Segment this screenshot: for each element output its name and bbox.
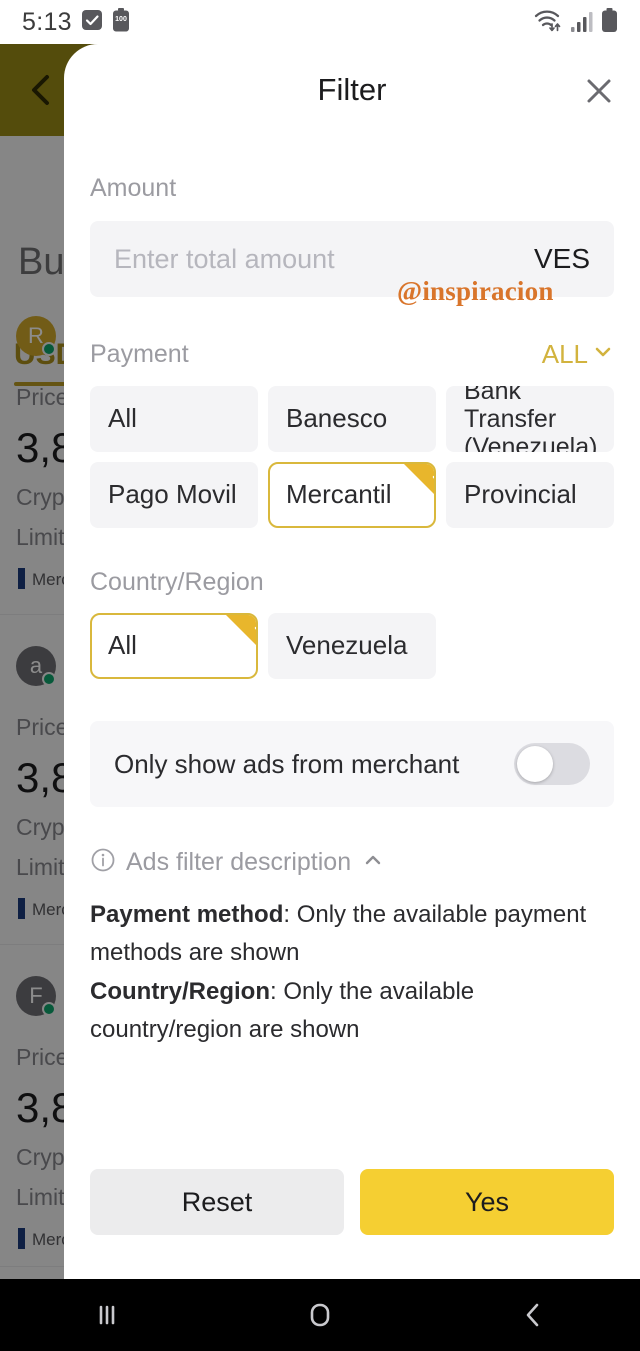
country-label: Country/Region [90, 568, 264, 596]
chip-label: All [108, 403, 137, 434]
svg-text:100: 100 [115, 16, 127, 23]
toggle-knob [517, 746, 553, 782]
filter-sheet: Filter @inspiracion Amount VES Payment [64, 44, 640, 1279]
chip-label: All [108, 630, 137, 661]
back-icon[interactable] [473, 1279, 593, 1351]
watermark: @inspiracion [397, 276, 554, 306]
selected-check-icon [404, 464, 434, 494]
merchant-only-row[interactable]: Only show ads from merchant [90, 721, 614, 807]
merchant-only-label: Only show ads from merchant [114, 748, 460, 779]
selected-check-icon [226, 615, 256, 645]
ads-filter-description-body: Payment method: Only the available payme… [90, 896, 614, 1050]
home-icon[interactable] [260, 1279, 380, 1351]
chevron-down-icon [592, 339, 614, 370]
payment-label-row: Payment ALL [90, 339, 614, 370]
ads-filter-description-section: Ads filter description Payment method: O… [90, 847, 614, 1050]
description-term: Country/Region [90, 977, 270, 1005]
recent-apps-icon[interactable] [47, 1279, 167, 1351]
chip-label: Mercantil [286, 479, 392, 510]
payment-chip-mercantil[interactable]: Mercantil [268, 462, 436, 528]
payment-chip-provincial[interactable]: Provincial [446, 462, 614, 528]
status-bar: 5:13 100 [0, 0, 640, 44]
description-line: Country/Region: Only the available count… [90, 973, 614, 1050]
payment-all-dropdown[interactable]: ALL [542, 339, 614, 370]
country-chip-grid: All Venezuela [90, 613, 614, 679]
merchant-only-toggle[interactable] [514, 743, 590, 785]
close-icon[interactable] [580, 72, 618, 110]
chip-label: Venezuela [286, 630, 408, 661]
payment-chip-grid: All Banesco Bank Transfer (Venezuela) Pa… [90, 386, 614, 528]
chevron-up-icon [361, 848, 385, 877]
android-navigation-bar [0, 1279, 640, 1351]
checkbox-checked-icon [81, 9, 103, 36]
yes-button[interactable]: Yes [360, 1169, 614, 1235]
sheet-header: Filter [64, 44, 640, 136]
description-term: Payment method [90, 901, 284, 928]
chip-label: Provincial [464, 479, 577, 510]
battery-icon [601, 7, 618, 38]
status-time: 5:13 [22, 7, 72, 36]
country-section: Country/Region All Venezuela [90, 568, 614, 679]
reset-button[interactable]: Reset [90, 1169, 344, 1235]
ads-filter-description-header[interactable]: Ads filter description [90, 847, 614, 878]
amount-label: Amount [90, 174, 177, 202]
page-title: Filter [317, 72, 387, 107]
amount-input[interactable] [114, 243, 534, 275]
wifi-icon [533, 7, 563, 38]
battery-100-icon: 100 [112, 7, 130, 37]
status-bar-left: 5:13 100 [22, 7, 130, 37]
country-chip-all[interactable]: All [90, 613, 258, 679]
payment-chip-all[interactable]: All [90, 386, 258, 452]
country-chip-venezuela[interactable]: Venezuela [268, 613, 436, 679]
ads-filter-description-title: Ads filter description [126, 848, 352, 876]
sheet-footer: Reset Yes [90, 1169, 614, 1235]
payment-label: Payment [90, 340, 189, 368]
payment-all-label: ALL [541, 339, 588, 369]
status-bar-right [533, 7, 618, 38]
amount-currency: VES [533, 243, 590, 274]
payment-chip-banesco[interactable]: Banesco [268, 386, 436, 452]
phone-screen: Buy USDT R N Price 3,8 Crypt Limit Merca… [0, 0, 640, 1351]
payment-chip-bank-transfer-venezuela[interactable]: Bank Transfer (Venezuela) [446, 386, 614, 452]
payment-section: Payment ALL All Banesco Bank Transfer (V… [90, 339, 614, 528]
description-line: Payment method: Only the available payme… [90, 896, 614, 973]
sheet-body: @inspiracion Amount VES Payment ALL [64, 174, 640, 1050]
chip-label: Pago Movil [108, 479, 237, 510]
chip-label: Bank Transfer (Venezuela) [464, 386, 598, 452]
chip-label: Banesco [286, 403, 388, 434]
payment-chip-pago-movil[interactable]: Pago Movil [90, 462, 258, 528]
info-circle-icon [90, 847, 116, 878]
signal-bars-icon [570, 9, 594, 38]
